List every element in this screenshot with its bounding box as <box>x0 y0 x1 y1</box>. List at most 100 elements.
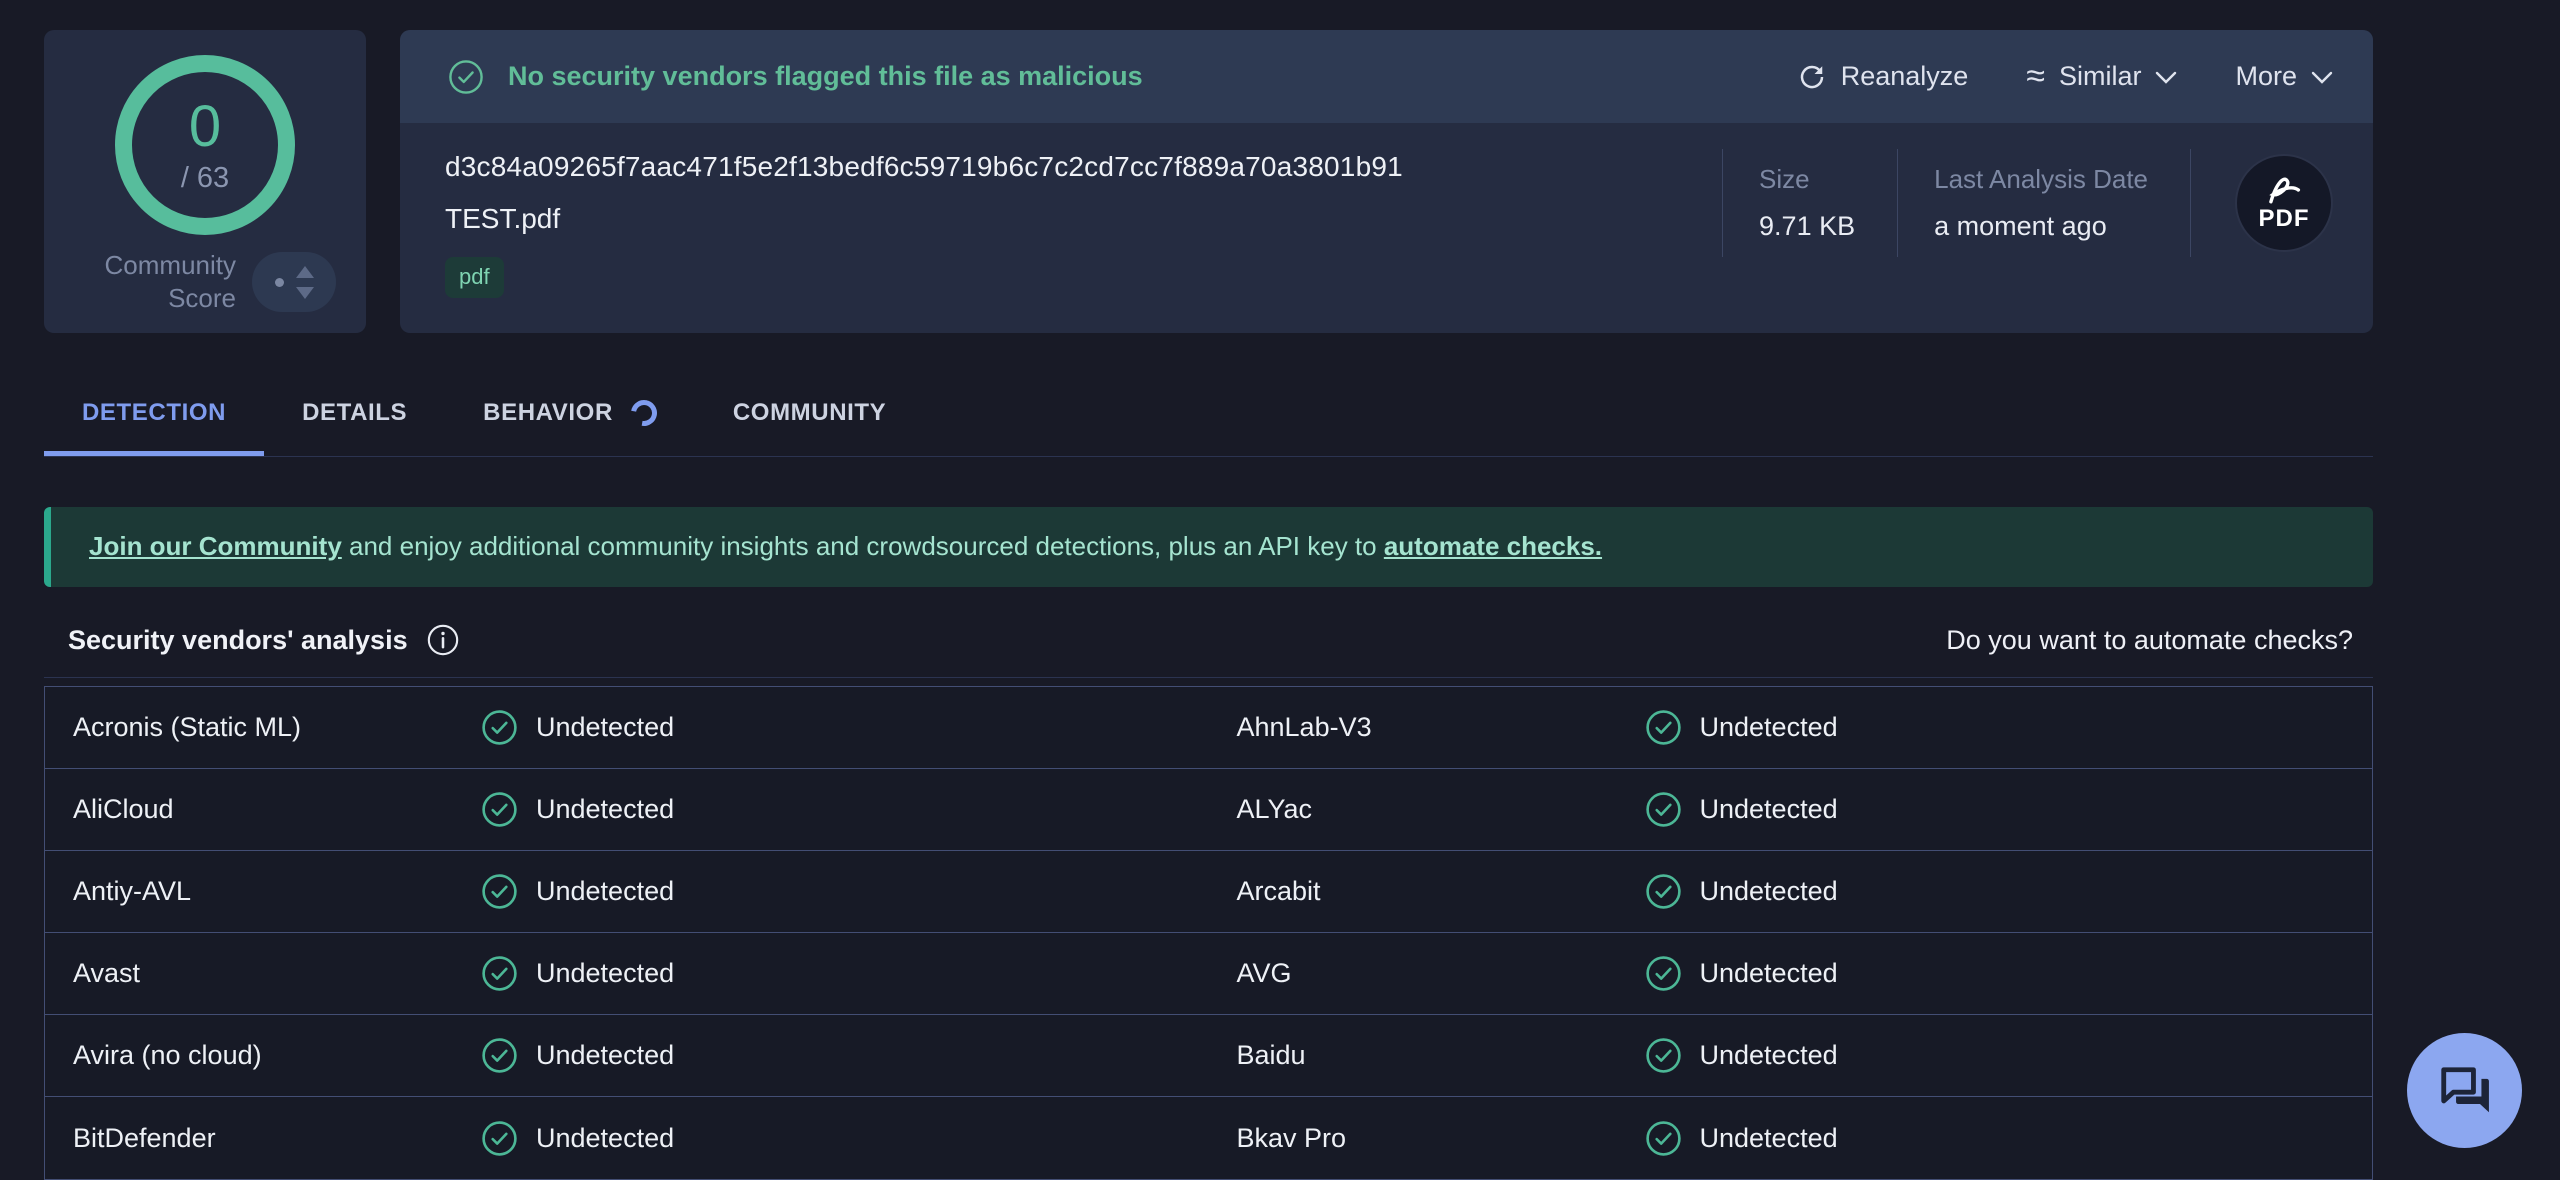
automate-checks-link[interactable]: automate checks. <box>1384 531 1602 561</box>
reanalyze-button[interactable]: Reanalyze <box>1797 61 1969 92</box>
chat-support-button[interactable] <box>2407 1033 2522 1148</box>
detection-score-card: 0 / 63 Community Score <box>44 30 366 333</box>
tab-details[interactable]: DETAILS <box>264 375 445 456</box>
table-row: BitDefender Undetected Bkav Pro Und <box>45 1097 2372 1179</box>
vendor-name: ALYac <box>1209 794 1645 825</box>
status-text: Undetected <box>1700 1040 1838 1071</box>
refresh-icon <box>1797 62 1827 92</box>
undetected-check-icon <box>481 1037 518 1074</box>
tab-behavior[interactable]: BEHAVIOR <box>445 375 695 456</box>
table-row: Avira (no cloud) Undetected Baidu U <box>45 1015 2372 1097</box>
status-text: Undetected <box>536 712 674 743</box>
status-cell: Undetected <box>1645 791 2373 828</box>
section-title: Security vendors' analysis <box>68 625 408 656</box>
status-cell: Undetected <box>1645 1037 2373 1074</box>
detections-count: 0 <box>189 98 221 156</box>
community-score-label: Community Score <box>105 249 236 316</box>
status-cell: Undetected <box>481 955 1209 992</box>
report-tabs: DETECTION DETAILS BEHAVIOR COMMUNITY <box>44 375 2373 457</box>
automate-checks-prompt: Do you want to automate checks? <box>1946 625 2373 656</box>
similar-icon: ≈ <box>2026 66 2045 86</box>
vendor-name: Baidu <box>1209 1040 1645 1071</box>
undetected-check-icon <box>1645 709 1682 746</box>
join-community-link[interactable]: Join our Community <box>89 531 342 561</box>
vote-dot-icon <box>275 278 284 287</box>
status-text: Undetected <box>1700 712 1838 743</box>
vendors-table: Acronis (Static ML) Undetected AhnLab-V3 <box>44 686 2373 1180</box>
vendor-name: AhnLab-V3 <box>1209 712 1645 743</box>
vote-arrows[interactable] <box>296 266 314 299</box>
status-text: Undetected <box>1700 958 1838 989</box>
status-text: Undetected <box>536 876 674 907</box>
undetected-check-icon <box>1645 1120 1682 1157</box>
undetected-check-icon <box>481 709 518 746</box>
engines-total: / 63 <box>181 162 229 195</box>
vendor-name: AliCloud <box>45 794 481 825</box>
detection-score-ring: 0 / 63 <box>115 55 295 235</box>
tab-community[interactable]: COMMUNITY <box>695 375 924 456</box>
verdict-strip: No security vendors flagged this file as… <box>400 30 2373 123</box>
community-vote-widget[interactable] <box>252 252 336 312</box>
chat-bubbles-icon <box>2436 1062 2494 1120</box>
pdf-label: PDF <box>2259 205 2310 233</box>
undetected-check-icon <box>1645 791 1682 828</box>
tab-detection[interactable]: DETECTION <box>44 375 264 456</box>
file-type-tag[interactable]: pdf <box>445 257 504 298</box>
vendor-name: Avast <box>45 958 481 989</box>
divider <box>2190 149 2191 257</box>
info-icon[interactable] <box>426 623 460 657</box>
status-text: Undetected <box>1700 794 1838 825</box>
vendor-name: Antiy-AVL <box>45 876 481 907</box>
vendor-name: BitDefender <box>45 1123 481 1154</box>
undetected-check-icon <box>481 791 518 828</box>
table-row: Antiy-AVL Undetected Arcabit Undete <box>45 851 2372 933</box>
virustotal-file-report: 0 / 63 Community Score <box>0 0 2560 1178</box>
vendor-name: AVG <box>1209 958 1645 989</box>
pdf-file-icon: PDF <box>2235 154 2333 252</box>
status-cell: Undetected <box>1645 1120 2373 1157</box>
status-text: Undetected <box>536 1040 674 1071</box>
loading-spinner-icon <box>626 395 662 431</box>
status-cell: Undetected <box>1645 955 2373 992</box>
table-row: Acronis (Static ML) Undetected AhnLab-V3 <box>45 687 2372 769</box>
chevron-down-icon <box>2155 70 2177 84</box>
undetected-check-icon <box>481 955 518 992</box>
status-cell: Undetected <box>481 791 1209 828</box>
status-cell: Undetected <box>1645 873 2373 910</box>
status-cell: Undetected <box>481 709 1209 746</box>
undetected-check-icon <box>481 873 518 910</box>
verdict-message: No security vendors flagged this file as… <box>508 61 1143 92</box>
similar-button[interactable]: ≈ Similar <box>2026 61 2177 92</box>
last-analysis-date: Last Analysis Date a moment ago <box>1898 164 2190 242</box>
top-section: 0 / 63 Community Score <box>0 0 2560 333</box>
more-button[interactable]: More <box>2235 61 2333 92</box>
vendor-name: Arcabit <box>1209 876 1645 907</box>
vote-down-icon[interactable] <box>296 287 314 299</box>
table-row: Avast Undetected AVG Undetected <box>45 933 2372 1015</box>
table-row: AliCloud Undetected ALYac Undetecte <box>45 769 2372 851</box>
status-text: Undetected <box>536 1123 674 1154</box>
join-community-banner: Join our Community and enjoy additional … <box>44 507 2373 587</box>
undetected-check-icon <box>1645 873 1682 910</box>
vendor-name: Acronis (Static ML) <box>45 712 481 743</box>
pdf-swoosh-icon <box>2263 173 2305 207</box>
status-cell: Undetected <box>1645 709 2373 746</box>
vendor-name: Bkav Pro <box>1209 1123 1645 1154</box>
vote-up-icon[interactable] <box>296 266 314 278</box>
undetected-check-icon <box>1645 955 1682 992</box>
status-text: Undetected <box>1700 876 1838 907</box>
check-circle-icon <box>448 59 484 95</box>
vendor-name: Avira (no cloud) <box>45 1040 481 1071</box>
status-cell: Undetected <box>481 873 1209 910</box>
file-meta: Size 9.71 KB Last Analysis Date a moment… <box>1722 149 2333 257</box>
status-text: Undetected <box>536 794 674 825</box>
file-summary-card: No security vendors flagged this file as… <box>400 30 2373 333</box>
status-text: Undetected <box>536 958 674 989</box>
chevron-down-icon <box>2311 70 2333 84</box>
undetected-check-icon <box>1645 1037 1682 1074</box>
undetected-check-icon <box>481 1120 518 1157</box>
file-size: Size 9.71 KB <box>1723 164 1897 242</box>
vendors-analysis-header: Security vendors' analysis Do you want t… <box>44 623 2373 678</box>
status-cell: Undetected <box>481 1120 1209 1157</box>
status-cell: Undetected <box>481 1037 1209 1074</box>
